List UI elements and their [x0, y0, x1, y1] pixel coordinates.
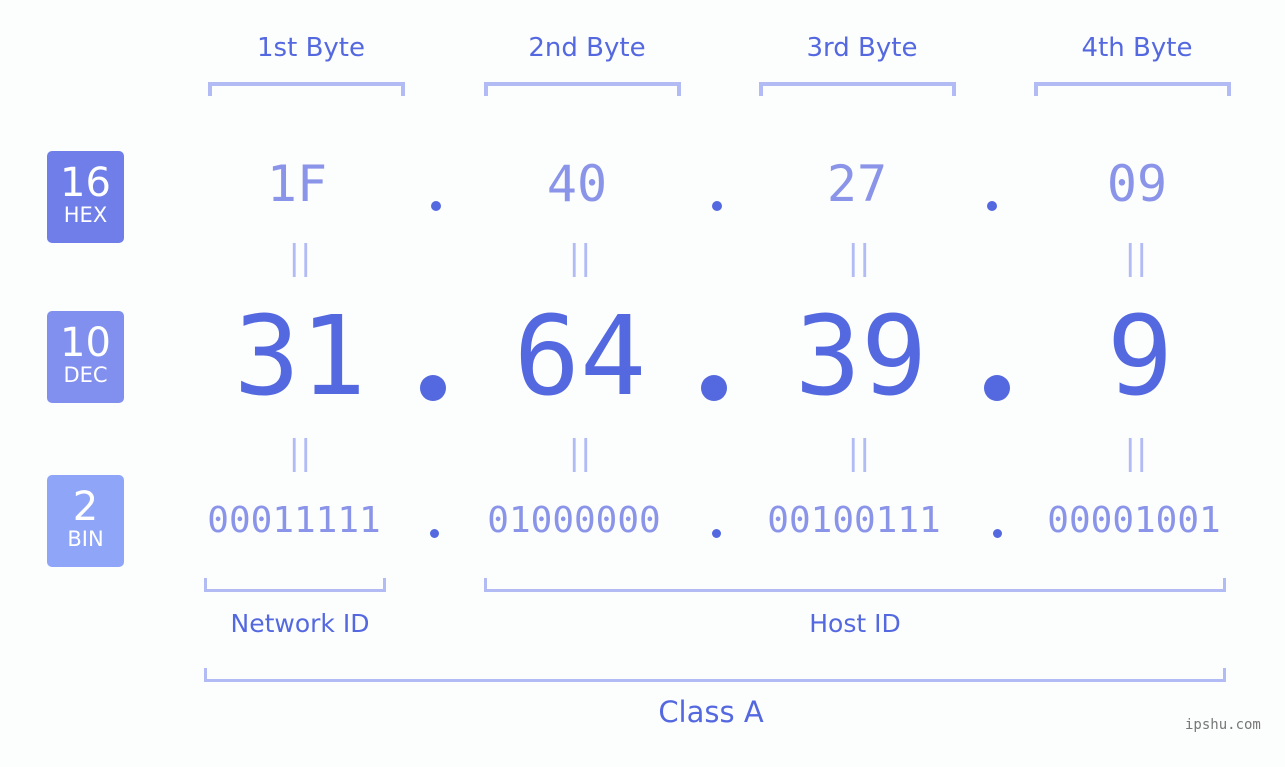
host-id-bracket: [484, 578, 1226, 592]
bin-value-2: 01000000: [487, 500, 661, 541]
dec-value-1: 31: [233, 292, 367, 420]
equals-icon: ||: [568, 238, 592, 278]
dec-separator-dot: [701, 375, 727, 401]
dec-separator-dot: [420, 375, 446, 401]
watermark: ipshu.com: [1185, 717, 1261, 733]
bin-base-label: BIN: [67, 527, 104, 551]
bin-value-1: 00011111: [207, 500, 381, 541]
hex-value-1: 1F: [266, 155, 328, 213]
bin-value-3: 00100111: [767, 500, 941, 541]
dec-value-2: 64: [513, 292, 647, 420]
hex-base-label: HEX: [63, 203, 108, 227]
byte-header-1: 1st Byte: [257, 33, 365, 63]
host-id-label: Host ID: [809, 609, 901, 638]
byte-header-3: 3rd Byte: [806, 33, 918, 63]
dec-badge: 10 DEC: [47, 311, 124, 403]
bin-badge: 2 BIN: [47, 475, 124, 567]
dec-separator-dot: [984, 375, 1010, 401]
byte-bracket-4: [1034, 82, 1231, 96]
hex-value-4: 09: [1106, 155, 1168, 213]
hex-separator-dot: [712, 201, 722, 211]
byte-header-4: 4th Byte: [1081, 33, 1193, 63]
byte-bracket-3: [759, 82, 956, 96]
hex-value-3: 27: [826, 155, 888, 213]
byte-bracket-1: [208, 82, 405, 96]
class-bracket: [204, 668, 1226, 682]
dec-base-number: 10: [60, 320, 111, 366]
equals-icon: ||: [288, 433, 312, 473]
bin-base-number: 2: [72, 484, 99, 530]
hex-base-number: 16: [60, 160, 111, 206]
dec-base-label: DEC: [63, 363, 108, 387]
bin-value-4: 00001001: [1047, 500, 1221, 541]
hex-value-2: 40: [546, 155, 608, 213]
equals-icon: ||: [1124, 433, 1148, 473]
dec-value-3: 39: [794, 292, 928, 420]
byte-bracket-2: [484, 82, 681, 96]
hex-badge: 16 HEX: [47, 151, 124, 243]
equals-icon: ||: [288, 238, 312, 278]
dec-value-4: 9: [1106, 292, 1174, 420]
bin-separator-dot: [430, 529, 439, 538]
bin-separator-dot: [712, 529, 721, 538]
bin-separator-dot: [993, 529, 1002, 538]
equals-icon: ||: [1124, 238, 1148, 278]
hex-separator-dot: [987, 201, 997, 211]
hex-separator-dot: [431, 201, 441, 211]
equals-icon: ||: [847, 433, 871, 473]
byte-header-2: 2nd Byte: [528, 33, 646, 63]
network-id-label: Network ID: [230, 609, 370, 638]
class-label: Class A: [658, 695, 764, 729]
equals-icon: ||: [847, 238, 871, 278]
equals-icon: ||: [568, 433, 592, 473]
network-id-bracket: [204, 578, 386, 592]
